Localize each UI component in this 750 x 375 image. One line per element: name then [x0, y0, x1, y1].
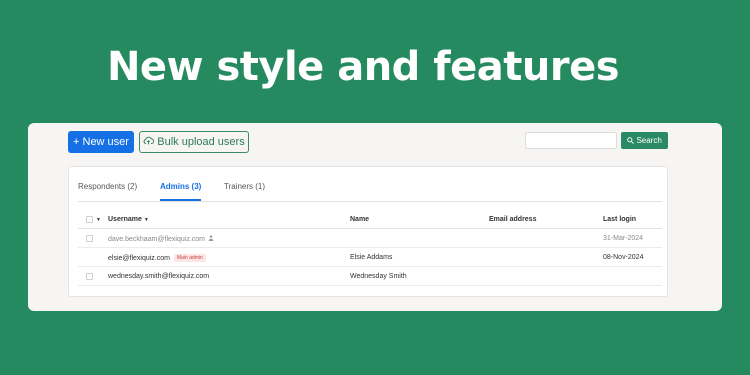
bulk-upload-label: Bulk upload users: [157, 136, 245, 148]
users-table: ▼ Username ▼ Name Email address Last logi…: [78, 210, 662, 286]
search-button[interactable]: Search: [621, 132, 668, 149]
headline: New style and features: [106, 44, 620, 90]
username-cell: dave.beckhaam@flexiquiz.com: [108, 235, 214, 243]
table-header: ▼ Username ▼ Name Email address Last logi…: [78, 210, 662, 229]
tab-respondents[interactable]: Respondents (2): [78, 182, 137, 191]
column-last-login: Last login: [603, 216, 637, 223]
search-label: Search: [636, 136, 662, 145]
column-name: Name: [350, 216, 370, 223]
bulk-upload-button[interactable]: Bulk upload users: [139, 131, 249, 153]
name-cell: Wednesday Smith: [350, 273, 407, 280]
search-icon: [627, 136, 635, 145]
username-cell: wednesday.smith@flexiquiz.com: [108, 273, 210, 280]
last-login-cell: 31-Mar-2024: [603, 235, 644, 242]
tab-bar: Respondents (2) Admins (3) Trainers (1): [78, 182, 662, 202]
username-text: elsie@flexiquiz.com: [108, 254, 170, 262]
users-card: Respondents (2) Admins (3) Trainers (1) …: [68, 166, 668, 297]
column-email: Email address: [489, 216, 537, 223]
new-user-button[interactable]: + New user: [68, 131, 134, 153]
cloud-upload-icon: [143, 132, 155, 152]
select-menu-caret-icon[interactable]: ▼: [96, 217, 101, 223]
username-cell: elsie@flexiquiz.com Main admin: [108, 254, 206, 262]
tab-trainers[interactable]: Trainers (1): [224, 182, 265, 191]
person-icon: [208, 235, 214, 243]
select-all-checkbox[interactable]: [86, 216, 93, 223]
tab-admins[interactable]: Admins (3): [160, 182, 202, 201]
row-checkbox[interactable]: [86, 273, 93, 280]
sort-caret-icon: ▼: [143, 217, 149, 223]
row-checkbox[interactable]: [86, 235, 93, 242]
search-input[interactable]: [525, 132, 617, 149]
column-username[interactable]: Username ▼: [108, 216, 149, 223]
table-row[interactable]: dave.beckhaam@flexiquiz.com 31-Mar-2024: [78, 229, 662, 248]
column-username-label: Username: [108, 216, 142, 223]
name-cell: Elsie Addams: [350, 254, 393, 261]
main-admin-badge: Main admin: [173, 254, 206, 262]
table-row[interactable]: wednesday.smith@flexiquiz.com Wednesday …: [78, 267, 662, 286]
table-row[interactable]: elsie@flexiquiz.com Main admin Elsie Adda…: [78, 248, 662, 267]
users-panel: + New user Bulk upload users Search Resp…: [28, 123, 722, 311]
username-text: dave.beckhaam@flexiquiz.com: [108, 235, 205, 243]
last-login-cell: 08-Nov-2024: [603, 254, 644, 261]
